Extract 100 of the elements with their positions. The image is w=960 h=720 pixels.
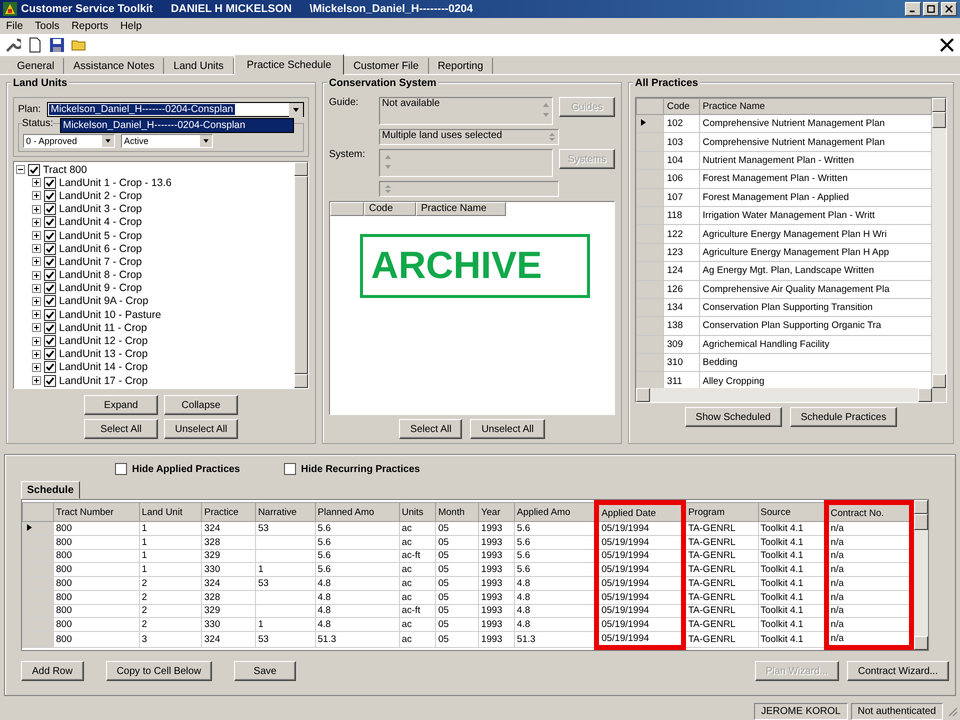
tab[interactable]: Practice Schedule xyxy=(234,54,344,75)
checkbox[interactable] xyxy=(28,164,40,176)
column-header[interactable]: Practice Name xyxy=(416,202,506,216)
checkbox[interactable] xyxy=(44,282,56,294)
row-header[interactable] xyxy=(636,114,664,133)
tree-item[interactable]: LandUnit 2 - Crop xyxy=(59,190,142,202)
button[interactable]: Select All xyxy=(399,419,462,439)
button[interactable]: Add Row xyxy=(21,661,84,681)
menu-item[interactable]: Reports xyxy=(71,20,108,32)
new-document-icon[interactable] xyxy=(27,37,43,53)
expander-icon[interactable] xyxy=(32,376,41,386)
column-header[interactable]: Applied Date xyxy=(596,502,684,522)
checkbox[interactable] xyxy=(44,203,56,216)
expander-icon[interactable] xyxy=(32,191,41,200)
tree-item[interactable]: Tract 800 xyxy=(43,164,87,176)
tree-item[interactable]: LandUnit 9A - Crop xyxy=(59,295,148,308)
system-detail-field[interactable] xyxy=(379,181,559,197)
checkbox[interactable] xyxy=(44,335,56,348)
expander-icon[interactable] xyxy=(32,218,41,227)
scrollbar[interactable] xyxy=(932,98,946,388)
checkbox[interactable] xyxy=(44,230,56,242)
expander-icon[interactable] xyxy=(32,323,41,332)
expander-icon[interactable] xyxy=(32,244,41,254)
expander-icon[interactable] xyxy=(32,350,41,359)
close-button[interactable] xyxy=(941,2,957,16)
resize-grip-icon[interactable] xyxy=(946,705,958,717)
dropdown-option[interactable]: Mickelson_Daniel_H-------0204-Consplan xyxy=(61,119,293,132)
tree-item[interactable]: LandUnit 8 - Crop xyxy=(59,269,142,282)
expander-icon[interactable] xyxy=(32,310,41,320)
column-header[interactable]: Units xyxy=(399,502,436,522)
button[interactable]: Copy to Cell Below xyxy=(106,661,212,681)
column-header[interactable]: Practice Name xyxy=(699,98,932,114)
checkbox[interactable] xyxy=(44,242,56,255)
tree-item[interactable]: LandUnit 14 - Crop xyxy=(59,361,148,374)
button[interactable]: Collapse xyxy=(164,395,238,415)
status-dropdown[interactable]: 0 - Approved xyxy=(23,134,115,148)
menu-item[interactable]: Help xyxy=(120,20,142,32)
checkbox[interactable] xyxy=(44,374,56,387)
tree-item[interactable]: LandUnit 13 - Crop xyxy=(59,348,148,360)
system-field[interactable] xyxy=(379,149,553,177)
row-header[interactable] xyxy=(22,522,54,536)
column-header[interactable]: Planned Amo xyxy=(315,502,400,522)
expander-icon[interactable] xyxy=(32,257,41,266)
checkbox[interactable] xyxy=(284,463,296,475)
expander-icon[interactable] xyxy=(16,165,25,174)
tree-item[interactable]: LandUnit 9 - Crop xyxy=(59,282,142,294)
menu-item[interactable]: Tools xyxy=(34,20,60,32)
button[interactable]: Unselect All xyxy=(470,419,545,439)
expander-icon[interactable] xyxy=(32,178,41,188)
tree-item[interactable]: LandUnit 6 - Crop xyxy=(59,242,142,255)
close-icon[interactable] xyxy=(939,37,955,53)
column-header[interactable]: Contract No. xyxy=(826,502,912,522)
status-dropdown[interactable]: Active xyxy=(121,134,213,148)
button[interactable]: Select All xyxy=(84,419,158,439)
checkbox[interactable] xyxy=(44,322,56,334)
scrollbar[interactable] xyxy=(636,388,932,402)
guide-field[interactable]: Not available xyxy=(379,97,553,125)
checkbox[interactable] xyxy=(44,308,56,321)
tree-item[interactable]: LandUnit 17 - Crop xyxy=(59,374,148,387)
expander-icon[interactable] xyxy=(32,336,41,346)
scrollbar[interactable] xyxy=(914,500,928,650)
expander-icon[interactable] xyxy=(32,284,41,293)
checkbox[interactable] xyxy=(44,176,56,189)
expander-icon[interactable] xyxy=(32,204,41,214)
column-header[interactable]: Narrative xyxy=(256,502,316,522)
button[interactable]: Schedule Practices xyxy=(790,407,898,427)
land-use-field[interactable]: Multiple land uses selected xyxy=(379,129,559,145)
expander-icon[interactable] xyxy=(32,231,41,240)
column-header[interactable]: Program xyxy=(684,502,758,522)
tab[interactable]: Reporting xyxy=(428,58,494,74)
plan-dropdown[interactable]: Mickelson_Daniel_H-------0204-Consplan xyxy=(46,102,304,117)
tab[interactable]: General xyxy=(8,58,64,74)
column-header[interactable]: Land Unit xyxy=(139,502,202,522)
wrench-icon[interactable] xyxy=(5,37,21,53)
column-header[interactable]: Tract Number xyxy=(54,502,140,522)
column-header[interactable]: Source xyxy=(758,502,826,522)
checkbox[interactable] xyxy=(44,361,56,374)
tab[interactable]: Assistance Notes xyxy=(64,58,164,74)
column-header[interactable]: Applied Amo xyxy=(514,502,597,522)
tab[interactable]: Customer File xyxy=(344,58,429,74)
expander-icon[interactable] xyxy=(32,362,41,372)
checkbox[interactable] xyxy=(44,256,56,268)
column-header[interactable]: Year xyxy=(478,502,514,522)
expander-icon[interactable] xyxy=(32,270,41,280)
button[interactable]: Unselect All xyxy=(164,419,238,439)
tree-item[interactable]: LandUnit 7 - Crop xyxy=(59,256,142,268)
save-icon[interactable] xyxy=(49,37,65,53)
column-header[interactable]: Code xyxy=(664,98,700,114)
tree-item[interactable]: LandUnit 12 - Crop xyxy=(59,335,148,348)
scrollbar[interactable] xyxy=(294,162,308,388)
maximize-button[interactable] xyxy=(923,2,939,16)
tree-item[interactable]: LandUnit 11 - Crop xyxy=(59,322,147,334)
checkbox[interactable] xyxy=(44,216,56,228)
expander-icon[interactable] xyxy=(32,296,41,306)
checkbox[interactable] xyxy=(44,269,56,282)
tree-item[interactable]: LandUnit 1 - Crop - 13.6 xyxy=(59,176,172,189)
button[interactable]: Contract Wizard... xyxy=(846,661,949,681)
column-header[interactable]: Practice xyxy=(202,502,256,522)
tree-item[interactable]: LandUnit 5 - Crop xyxy=(59,230,142,242)
tree-item[interactable]: LandUnit 10 - Pasture xyxy=(59,308,162,321)
